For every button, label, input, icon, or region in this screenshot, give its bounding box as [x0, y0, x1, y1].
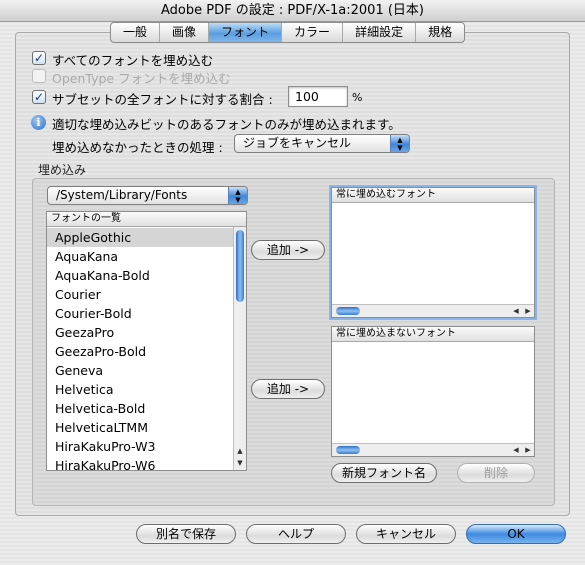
never-embed-header: 常に埋め込まないフォント	[332, 327, 534, 342]
list-item[interactable]: HiraKakuPro-W6	[47, 456, 233, 470]
scroll-left-icon[interactable]: ◀	[510, 444, 522, 456]
scroll-thumb[interactable]	[336, 307, 360, 315]
font-list[interactable]: フォントの一覧 AppleGothic AquaKana AquaKana-Bo…	[46, 211, 247, 471]
tab-color[interactable]: カラー	[282, 23, 344, 42]
embed-all-label: すべてのフォントを埋め込む	[52, 53, 214, 68]
scroll-up-icon[interactable]: ▲	[234, 445, 246, 457]
list-item[interactable]: Courier-Bold	[47, 304, 233, 323]
ok-button[interactable]: OK	[466, 524, 566, 544]
new-font-name-button[interactable]: 新規フォント名	[331, 463, 437, 483]
tab-images[interactable]: 画像	[160, 23, 210, 42]
font-list-header-label: フォントの一覧	[51, 213, 121, 224]
popup-arrows-icon: ▲ ▼	[390, 135, 409, 152]
help-button[interactable]: ヘルプ	[246, 524, 346, 544]
tab-bar: 一般 画像 フォント カラー 詳細設定 規格	[110, 22, 466, 43]
tab-fonts[interactable]: フォント	[209, 23, 283, 42]
scroll-down-icon[interactable]: ▼	[234, 457, 246, 469]
window-title: Adobe PDF の設定 : PDF/X-1a:2001 (日本)	[0, 0, 585, 22]
subset-label: サブセットの全フォントに対する割合 :	[52, 92, 273, 107]
failure-popup-value: ジョブをキャンセル	[243, 136, 352, 150]
fonts-panel: ✓ すべてのフォントを埋め込む OpenType フォントを埋め込む ✓ サブセ…	[15, 32, 570, 516]
list-item[interactable]: GeezaPro	[47, 323, 233, 342]
font-list-rows: AppleGothic AquaKana AquaKana-Bold Couri…	[47, 228, 233, 470]
list-item[interactable]: AquaKana	[47, 247, 233, 266]
tab-general[interactable]: 一般	[111, 23, 161, 42]
font-list-header: フォントの一覧	[47, 212, 246, 227]
always-embed-list[interactable]: 常に埋め込むフォント ◀ ▶	[331, 187, 535, 318]
list-item[interactable]: Geneva	[47, 361, 233, 380]
never-embed-list[interactable]: 常に埋め込まないフォント ◀ ▶	[331, 326, 535, 457]
embed-opentype-label: OpenType フォントを埋め込む	[52, 71, 231, 86]
subset-checkbox[interactable]: ✓	[32, 90, 46, 104]
list-item[interactable]: HelveticaLTMM	[47, 418, 233, 437]
embed-opentype-checkbox[interactable]	[32, 69, 46, 83]
always-embed-header: 常に埋め込むフォント	[332, 188, 534, 203]
cancel-button[interactable]: キャンセル	[356, 524, 456, 544]
subset-unit: %	[352, 91, 363, 104]
info-icon: i	[31, 115, 46, 130]
subset-percent-field[interactable]: 100	[288, 86, 348, 107]
add-never-button[interactable]: 追加 ->	[251, 379, 325, 399]
tab-advanced[interactable]: 詳細設定	[343, 23, 417, 42]
font-list-scrollbar[interactable]: ▲ ▼	[233, 227, 246, 470]
embed-group: /System/Library/Fonts ▲ ▼ フォントの一覧 AppleGo…	[32, 178, 555, 506]
save-as-button[interactable]: 別名で保存	[136, 524, 236, 544]
list-item[interactable]: AppleGothic	[47, 228, 233, 247]
list-item[interactable]: HiraKakuPro-W3	[47, 437, 233, 456]
scroll-right-icon[interactable]: ▶	[522, 444, 534, 456]
failure-label: 埋め込めなかったときの処理 :	[52, 140, 223, 155]
scroll-left-icon[interactable]: ◀	[510, 305, 522, 317]
info-message: 適切な埋め込みビットのあるフォントのみが埋め込まれます。	[52, 117, 401, 132]
never-embed-header-label: 常に埋め込まないフォント	[336, 328, 456, 339]
embed-all-checkbox[interactable]: ✓	[32, 51, 46, 65]
tab-standards[interactable]: 規格	[416, 23, 464, 42]
embed-group-label: 埋め込み	[38, 163, 87, 177]
scroll-right-icon[interactable]: ▶	[522, 305, 534, 317]
always-embed-hscrollbar[interactable]: ◀ ▶	[332, 304, 534, 317]
scroll-thumb[interactable]	[336, 446, 360, 454]
list-item[interactable]: AquaKana-Bold	[47, 266, 233, 285]
never-embed-hscrollbar[interactable]: ◀ ▶	[332, 443, 534, 456]
folder-popup-value: /System/Library/Fonts	[56, 188, 188, 202]
list-item[interactable]: Helvetica	[47, 380, 233, 399]
list-item[interactable]: Helvetica-Bold	[47, 399, 233, 418]
list-item[interactable]: GeezaPro-Bold	[47, 342, 233, 361]
popup-arrows-icon: ▲ ▼	[228, 187, 247, 204]
always-embed-header-label: 常に埋め込むフォント	[336, 189, 436, 200]
failure-popup[interactable]: ジョブをキャンセル ▲ ▼	[234, 134, 410, 153]
delete-button[interactable]: 削除	[457, 463, 535, 483]
add-always-button[interactable]: 追加 ->	[251, 240, 325, 260]
scroll-thumb[interactable]	[236, 230, 244, 302]
folder-popup[interactable]: /System/Library/Fonts ▲ ▼	[47, 186, 248, 205]
list-item[interactable]: Courier	[47, 285, 233, 304]
